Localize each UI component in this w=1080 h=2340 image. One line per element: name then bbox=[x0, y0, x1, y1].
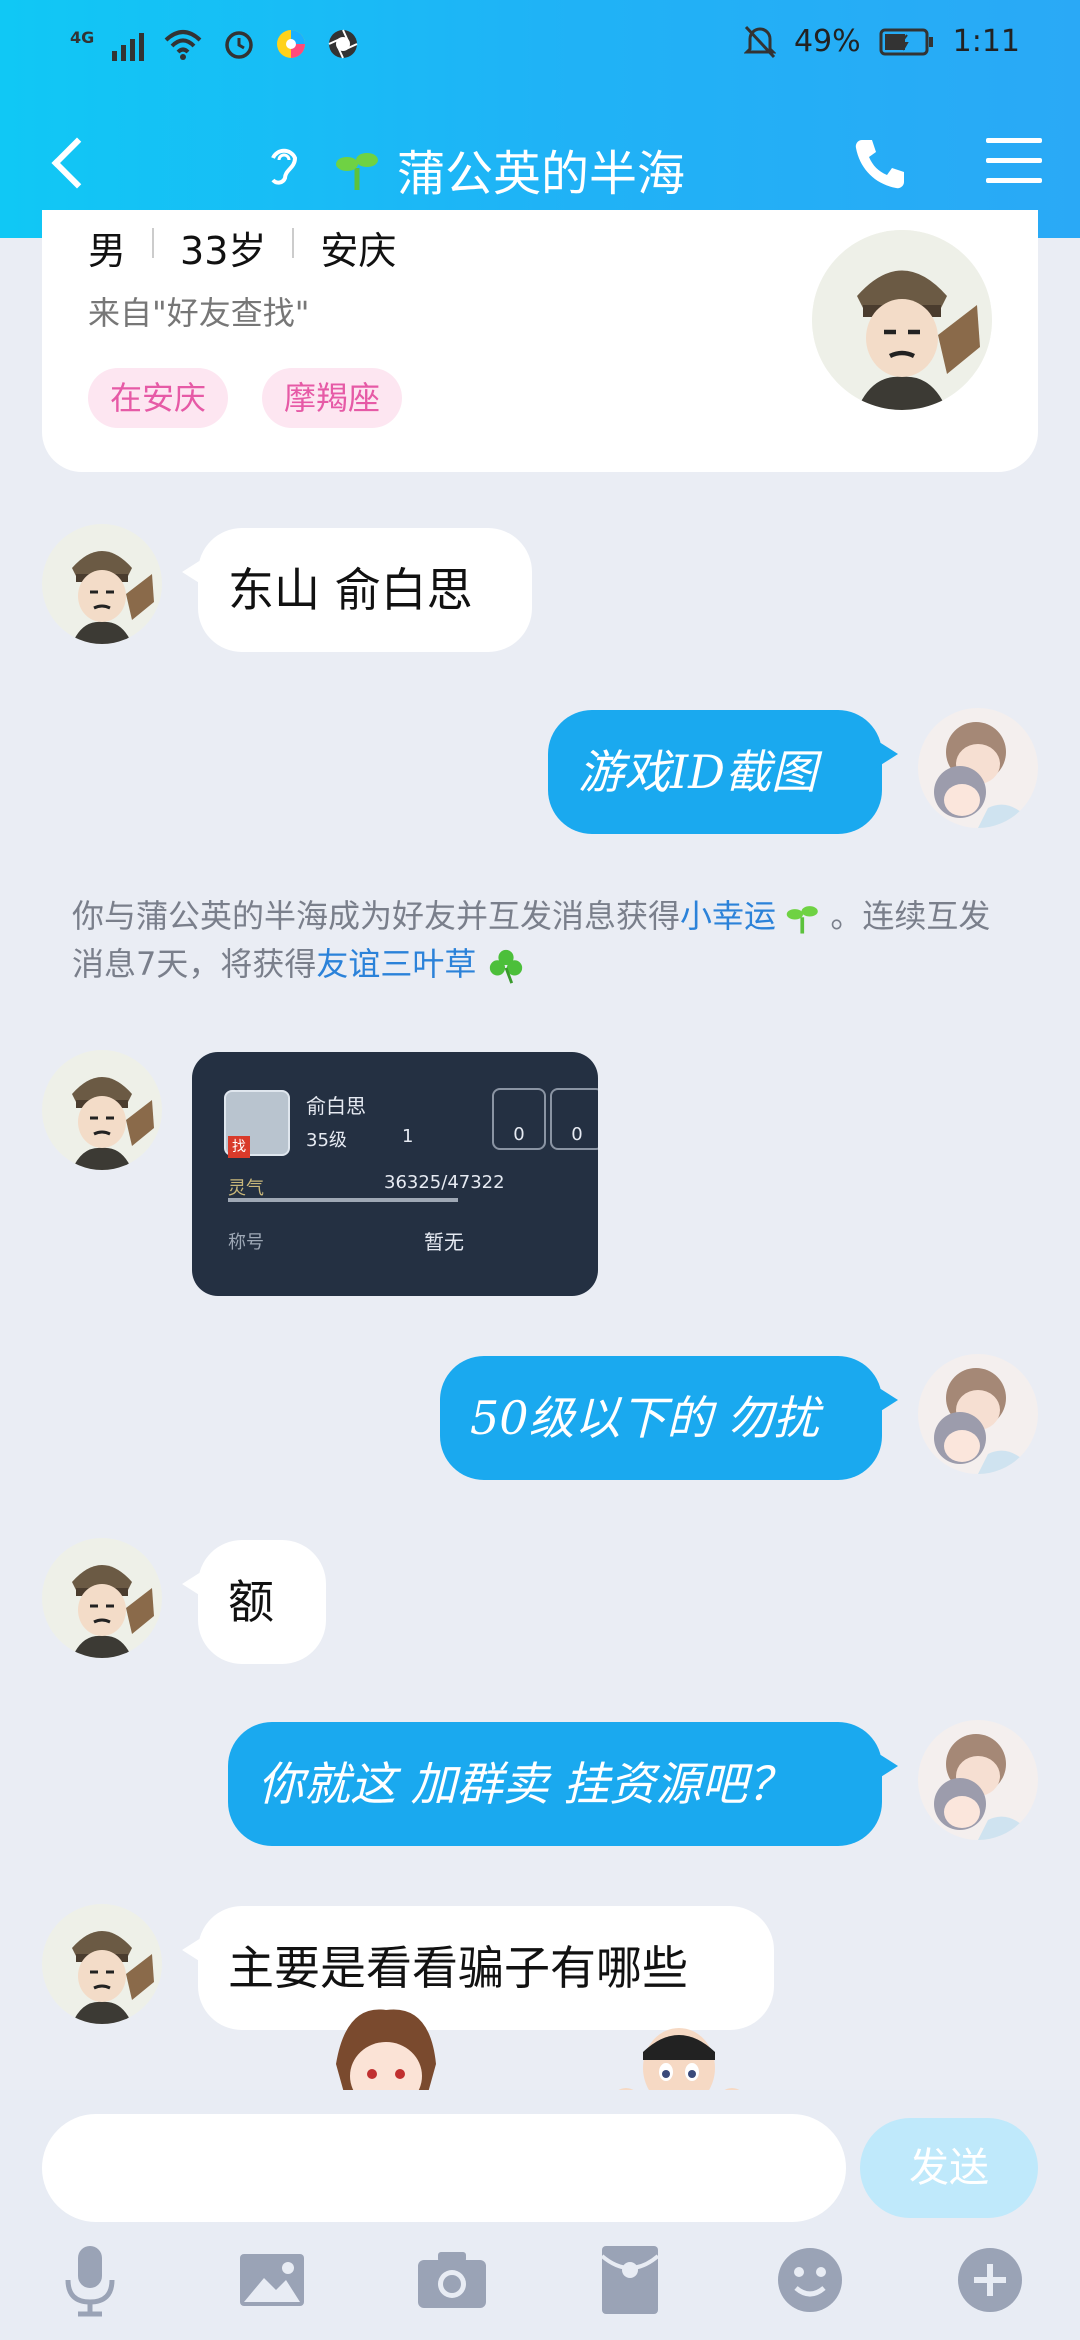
profile-avatar[interactable] bbox=[812, 230, 992, 410]
game-title-value: 暂无 bbox=[424, 1230, 464, 1254]
profile-tag-location[interactable]: 在安庆 bbox=[88, 368, 229, 428]
game-level: 35级 bbox=[306, 1130, 347, 1151]
lucky-link[interactable]: 小幸运 bbox=[680, 897, 776, 935]
message-bubble-outgoing[interactable]: 游戏ID截图 bbox=[548, 710, 898, 834]
game-progress-bar bbox=[228, 1198, 458, 1202]
contact-avatar[interactable] bbox=[42, 1538, 162, 1658]
image-button[interactable] bbox=[232, 2240, 312, 2320]
clover-link[interactable]: 友谊三叶草 bbox=[316, 945, 476, 983]
system-notice-text-1: 你与蒲公英的半海成为好友并互发消息获得 bbox=[72, 897, 681, 935]
emoji-button[interactable] bbox=[770, 2240, 850, 2320]
alarm-icon bbox=[225, 31, 254, 59]
sprout-icon bbox=[336, 153, 378, 190]
game-lingqi-label: 灵气 bbox=[228, 1178, 264, 1199]
profile-tag-zodiac[interactable]: 摩羯座 bbox=[262, 368, 403, 428]
message-bubble-outgoing[interactable]: 50级以下的 勿扰 bbox=[440, 1356, 898, 1480]
my-avatar[interactable] bbox=[918, 1354, 1038, 1474]
message-input[interactable] bbox=[42, 2114, 846, 2222]
profile-basic-info: 男 33岁 安庆 bbox=[88, 220, 396, 275]
contact-avatar[interactable] bbox=[42, 1904, 162, 2024]
phone-icon bbox=[855, 140, 904, 189]
my-avatar[interactable] bbox=[918, 1720, 1038, 1840]
red-packet-icon bbox=[600, 2246, 660, 2314]
clover-icon bbox=[489, 949, 522, 984]
profile-age: 33岁 bbox=[180, 229, 267, 273]
ear-mode-icon[interactable] bbox=[265, 140, 299, 198]
game-badge: 找 bbox=[228, 1136, 250, 1158]
game-stat-1: 0 bbox=[492, 1088, 546, 1150]
game-stat-2: 0 bbox=[550, 1088, 598, 1150]
contact-name: 蒲公英的半海 bbox=[397, 146, 686, 202]
image-icon bbox=[240, 2254, 304, 2306]
call-button[interactable] bbox=[850, 134, 910, 194]
camera-button[interactable] bbox=[412, 2240, 492, 2320]
red-packet-button[interactable] bbox=[590, 2240, 670, 2320]
contact-avatar[interactable] bbox=[42, 1050, 162, 1170]
toolbar bbox=[0, 2240, 1080, 2330]
profile-gender: 男 bbox=[88, 229, 127, 273]
message-bubble-outgoing[interactable]: 你就这 加群卖 挂资源吧？ bbox=[228, 1722, 898, 1846]
message-bubble-incoming[interactable]: 东山 俞白思 bbox=[182, 528, 532, 652]
wifi-icon bbox=[164, 30, 202, 60]
mute-icon bbox=[743, 25, 776, 58]
title-bar: 蒲公英的半海 bbox=[0, 120, 1080, 210]
send-button[interactable]: 发送 bbox=[860, 2118, 1038, 2218]
battery-icon bbox=[879, 28, 933, 55]
network-type: 4G bbox=[70, 27, 95, 47]
my-avatar[interactable] bbox=[918, 708, 1038, 828]
system-notice: 你与蒲公英的半海成为好友并互发消息获得小幸运 。连续互发消息7天，将获得友谊三叶… bbox=[72, 892, 1012, 988]
plus-button[interactable] bbox=[950, 2240, 1030, 2320]
menu-button[interactable] bbox=[986, 138, 1042, 190]
input-bar: 发送 bbox=[0, 2090, 1080, 2340]
chat-title[interactable]: 蒲公英的半海 bbox=[265, 134, 685, 204]
game-house: 1 bbox=[402, 1126, 414, 1147]
profile-city: 安庆 bbox=[320, 229, 397, 273]
microphone-button[interactable] bbox=[50, 2240, 130, 2320]
game-player-name: 俞白思 bbox=[306, 1094, 366, 1118]
sprout-icon bbox=[786, 906, 818, 934]
game-title-label: 称号 bbox=[228, 1232, 264, 1253]
message-bubble-incoming[interactable]: 额 bbox=[182, 1540, 326, 1664]
battery-percent: 49% bbox=[793, 24, 861, 59]
header: 4G 49% 1:11 蒲公英的半海 bbox=[0, 0, 1080, 238]
emoji-icon bbox=[778, 2248, 842, 2312]
back-button[interactable] bbox=[45, 135, 95, 195]
game-lingqi-value: 36325/47322 bbox=[384, 1172, 505, 1193]
image-message[interactable]: 找 俞白思 35级 1 0 0 灵气 36325/47322 称号 暂无 bbox=[192, 1052, 598, 1296]
camera-icon bbox=[418, 2252, 486, 2308]
profile-source: 来自"好友查找" bbox=[88, 294, 310, 332]
plus-icon bbox=[958, 2248, 1022, 2312]
contact-avatar[interactable] bbox=[42, 524, 162, 644]
microphone-icon bbox=[65, 2246, 115, 2317]
status-bar: 4G 49% 1:11 bbox=[0, 18, 1080, 74]
clock-time: 1:11 bbox=[952, 24, 1020, 59]
app-shutter-icon bbox=[328, 29, 358, 59]
profile-card[interactable]: 男 33岁 安庆 来自"好友查找" 在安庆 摩羯座 bbox=[42, 210, 1038, 472]
signal-icon bbox=[112, 27, 145, 61]
app-color-icon bbox=[277, 30, 306, 58]
